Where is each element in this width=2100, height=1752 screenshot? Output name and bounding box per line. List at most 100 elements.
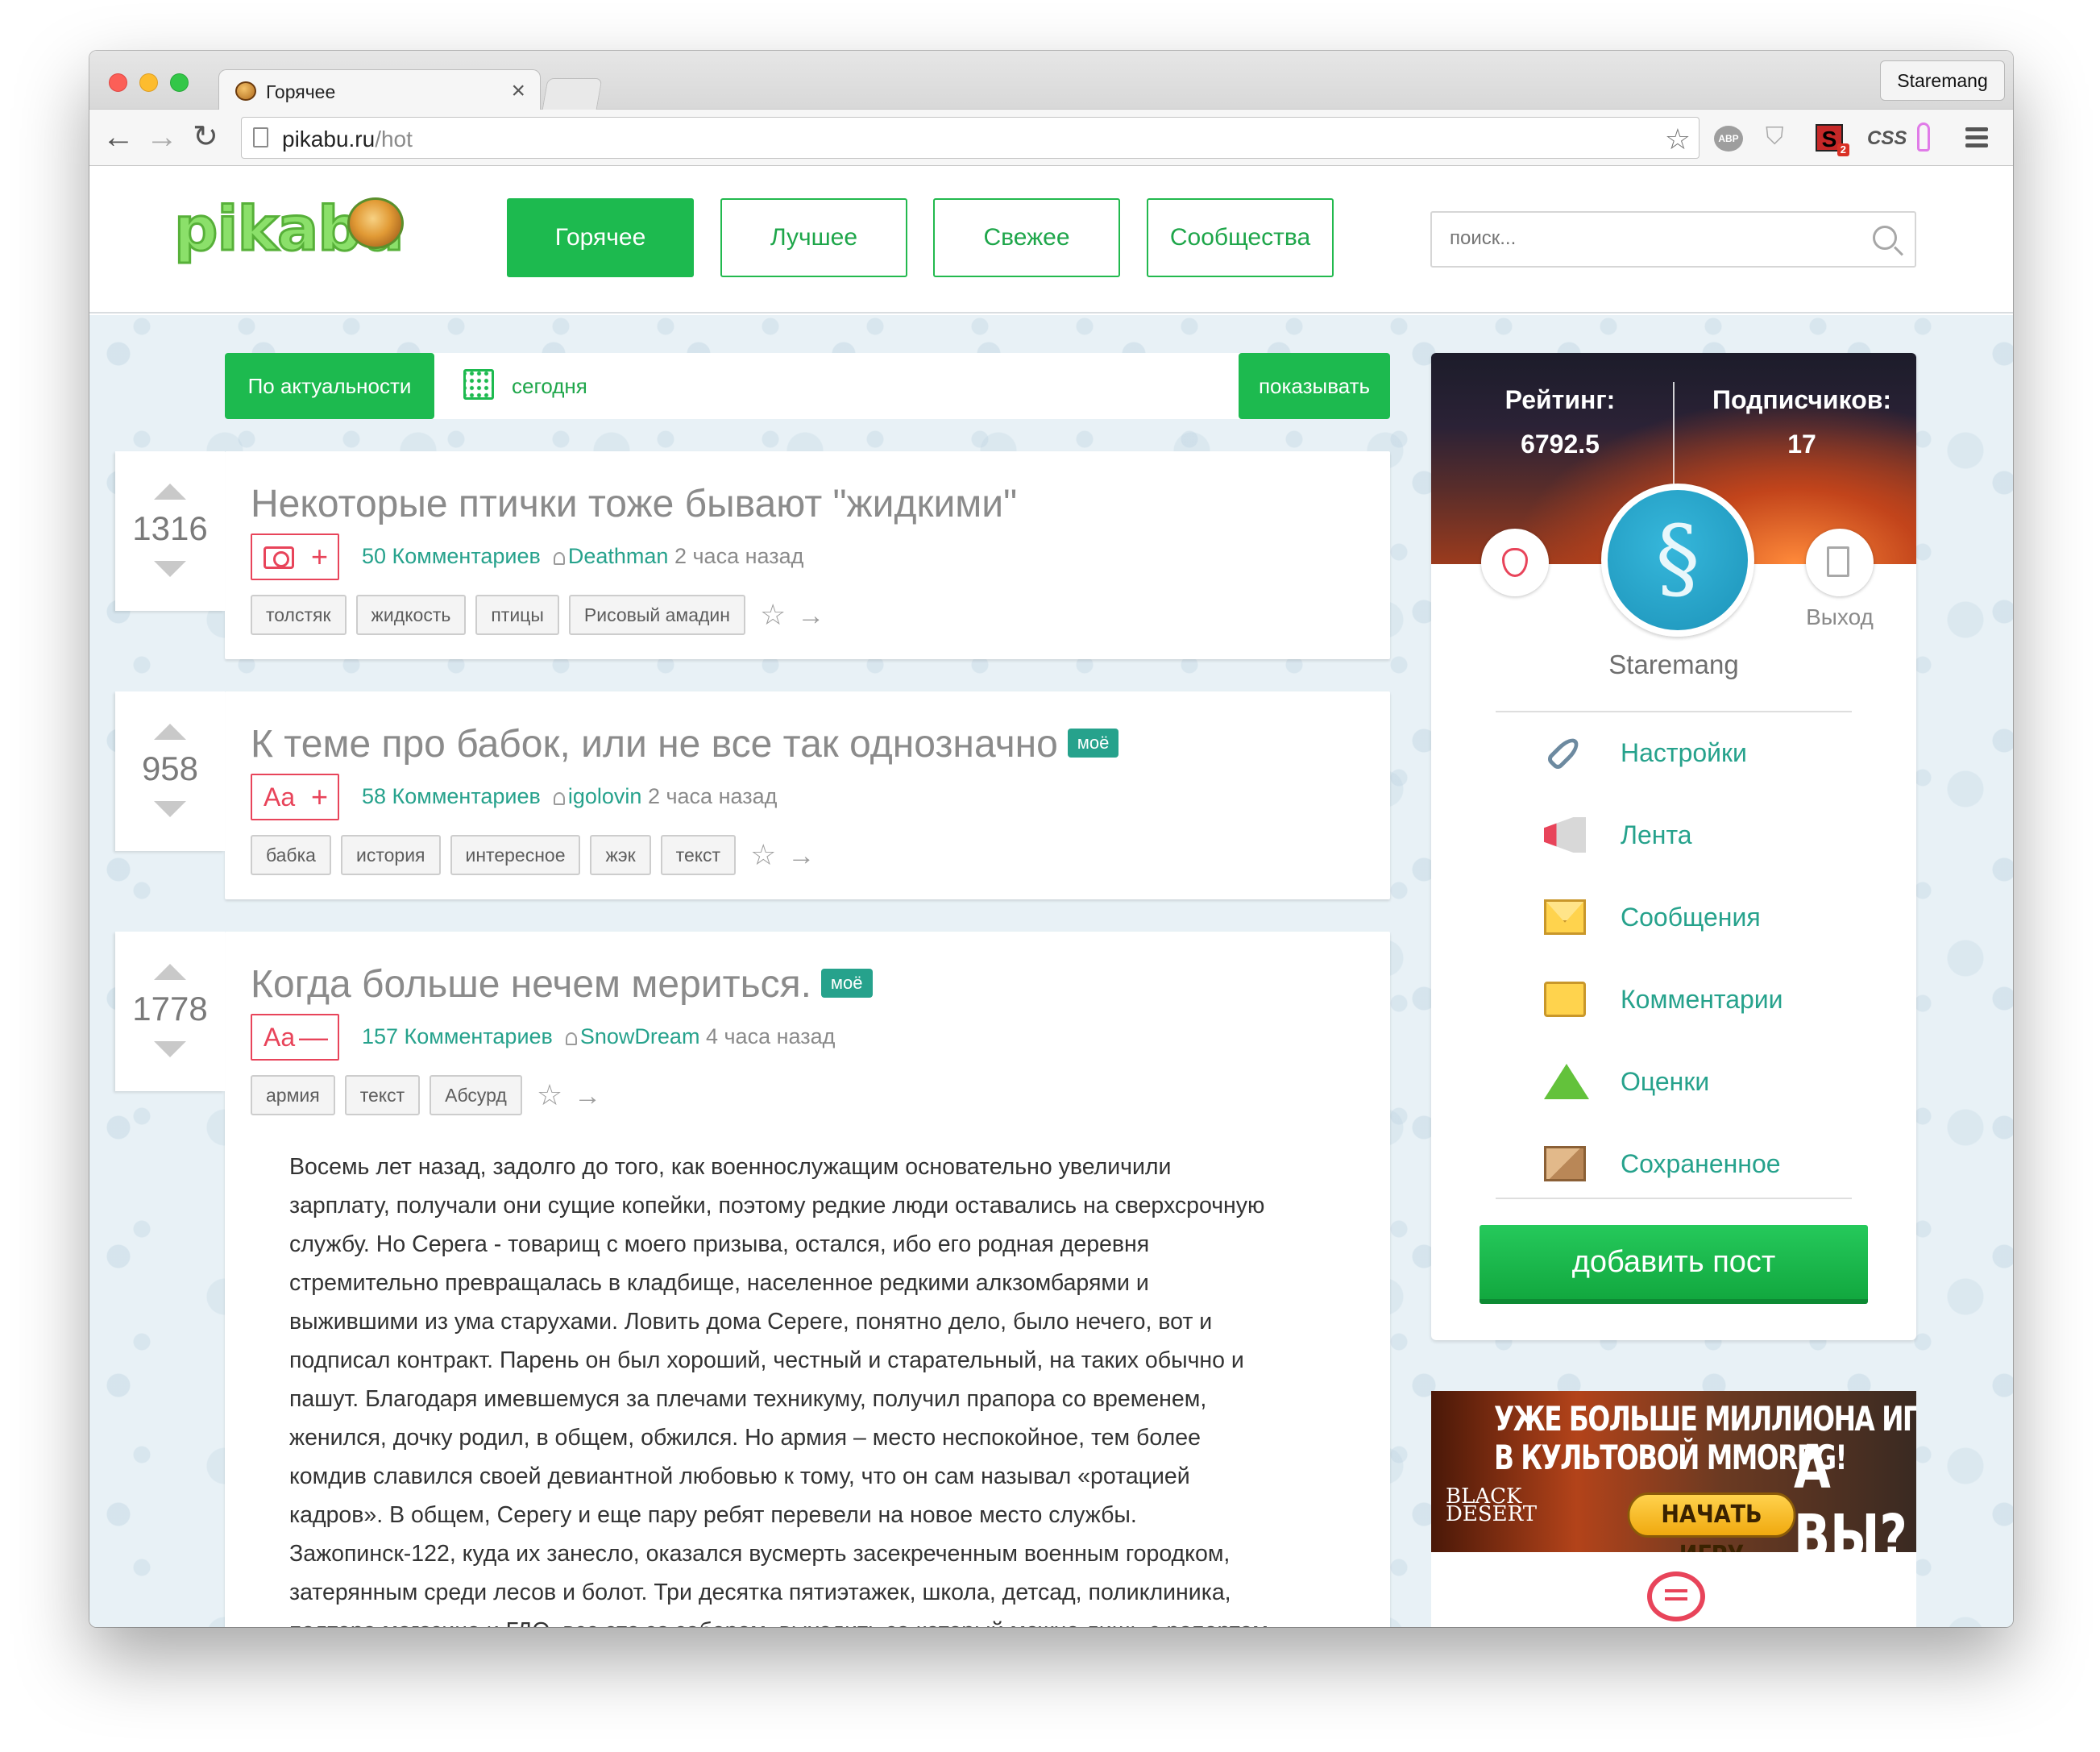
page-icon [253,127,268,147]
post-title[interactable]: Когда больше нечем мериться. моё [251,962,873,1007]
close-window-button[interactable] [109,73,127,92]
forward-arrow-icon[interactable]: → [146,119,178,155]
post-title[interactable]: Некоторые птички тоже бывают "жидкими" [251,482,1017,526]
ad-banner[interactable]: УЖЕ БОЛЬШЕ МИЛЛИОНА ИГРОКОВ В КУЛЬТОВОЙ … [1431,1391,1916,1552]
upvote-icon[interactable] [154,724,186,740]
post-card: 1316 Некоторые птички тоже бывают "жидки… [115,451,1390,659]
tag[interactable]: бабка [251,835,331,875]
page: pikabu Горячее Лучшее Свежее Сообщества … [89,166,2013,1627]
menu-item-settings[interactable]: Настройки [1544,729,1882,777]
exit-button[interactable] [1806,529,1874,596]
browser-tab-active[interactable]: Горячее × [218,69,541,111]
rating-box: 958 [115,691,225,851]
tag[interactable]: жэк [590,835,651,875]
post-type-toggle[interactable]: + [251,533,339,580]
post-title[interactable]: К теме про бабок, или не все так однозна… [251,722,1119,766]
rating-box: 1316 [115,451,225,611]
exit-label[interactable]: Выход [1798,604,1882,630]
date-filter-label[interactable]: сегодня [512,374,587,399]
share-arrow-icon[interactable]: → [787,841,815,872]
username[interactable]: Staremang [1431,650,1916,680]
bookmark-star-icon[interactable]: ☆ [1665,122,1691,156]
post-type-toggle[interactable]: Aa — [251,1014,339,1061]
chat-bubble-icon[interactable] [1647,1571,1705,1621]
tag[interactable]: армия [251,1075,335,1115]
upvote-icon[interactable] [154,484,186,500]
menu-item-comments[interactable]: Комментарии [1544,975,1882,1023]
envelope-icon [1544,899,1586,935]
zoom-window-button[interactable] [170,73,189,92]
browser-profile-button[interactable]: Staremang [1880,60,2005,101]
comments-link[interactable]: 50 Комментариев [362,544,541,568]
new-tab-button[interactable] [542,78,603,110]
user-icon [553,792,565,805]
author-link[interactable]: Deathman [568,544,669,568]
address-bar[interactable]: pikabu.ru/hot ☆ [241,117,1700,159]
avatar[interactable] [1601,484,1754,637]
downvote-icon[interactable] [154,561,186,577]
add-post-button[interactable]: добавить пост [1480,1225,1868,1304]
save-star-icon[interactable]: ☆ [760,598,786,632]
post-type-toggle[interactable]: Aa + [251,774,339,820]
downvote-icon[interactable] [154,801,186,817]
plus-icon: + [310,540,328,573]
s-extension-icon[interactable]: S2 [1816,124,1849,156]
strawberry-button[interactable] [1481,529,1549,596]
text-type-icon: Aa [264,1023,296,1052]
save-star-icon[interactable]: ☆ [537,1078,562,1112]
pikabu-logo[interactable]: pikabu [173,186,408,267]
ad-start-game-button[interactable]: НАЧАТЬ ИГРУ [1627,1493,1796,1552]
browser-menu-icon[interactable] [1965,127,1988,152]
tag[interactable]: интересное [450,835,581,875]
rating-value: 1778 [132,990,208,1028]
share-arrow-icon[interactable]: → [797,600,824,632]
css-extension-icon[interactable]: CSS [1867,126,1907,152]
minus-icon: — [299,1020,328,1053]
tag[interactable]: толстяк [251,595,347,635]
menu-item-saved[interactable]: Сохраненное [1544,1140,1882,1188]
tag[interactable]: Рисовый амадин [568,595,745,635]
downvote-icon[interactable] [154,1041,186,1057]
pink-extension-icon[interactable] [1917,122,1930,152]
post-body-text: Восемь лет назад, задолго до того, как в… [289,1154,1268,1627]
menu-item-messages[interactable]: Сообщения [1544,893,1882,941]
url-text[interactable]: pikabu.ru/hot [282,127,413,152]
upvote-icon[interactable] [154,964,186,980]
author-link[interactable]: igolovin [568,784,642,808]
menu-item-ratings[interactable]: Оценки [1544,1057,1882,1106]
megaphone-icon [1544,817,1586,853]
calendar-icon[interactable] [463,369,494,400]
tab-close-icon[interactable]: × [511,77,525,105]
camera-icon [264,546,294,569]
nav-hot-button[interactable]: Горячее [507,198,694,277]
share-arrow-icon[interactable]: → [574,1081,601,1112]
tag[interactable]: текст [344,1075,421,1115]
filter-bar: По актуальности сегодня показывать [225,353,1390,419]
tag[interactable]: птицы [475,595,559,635]
minimize-window-button[interactable] [139,73,158,92]
comments-link[interactable]: 58 Комментариев [362,784,541,808]
adblock-extension-icon[interactable]: ABP [1714,126,1743,152]
cookie-logo-icon [347,197,404,249]
show-button[interactable]: показывать [1239,353,1390,419]
shield-extension-icon[interactable]: ⛉ [1766,124,1788,150]
pikabu-favicon-icon [235,81,256,101]
search-box [1430,211,1916,268]
comments-link[interactable]: 157 Комментариев [362,1024,553,1048]
tag[interactable]: текст [660,835,737,875]
tag[interactable]: Абсурд [430,1075,522,1115]
nav-communities-button[interactable]: Сообщества [1147,198,1334,277]
nav-best-button[interactable]: Лучшее [720,198,907,277]
tag[interactable]: жидкость [355,595,467,635]
reload-icon[interactable]: ↻ [193,119,218,155]
nav-fresh-button[interactable]: Свежее [933,198,1120,277]
search-icon[interactable] [1873,226,1897,250]
search-input[interactable] [1450,227,1853,250]
author-link[interactable]: SnowDream [580,1024,700,1048]
post-meta: 58 Комментариев igolovin 2 часа назад [362,784,777,809]
sort-by-relevance-button[interactable]: По актуальности [225,353,434,419]
tag[interactable]: история [340,835,441,875]
menu-item-feed[interactable]: Лента [1544,811,1882,859]
save-star-icon[interactable]: ☆ [750,838,776,872]
back-arrow-icon[interactable]: ← [102,119,135,155]
